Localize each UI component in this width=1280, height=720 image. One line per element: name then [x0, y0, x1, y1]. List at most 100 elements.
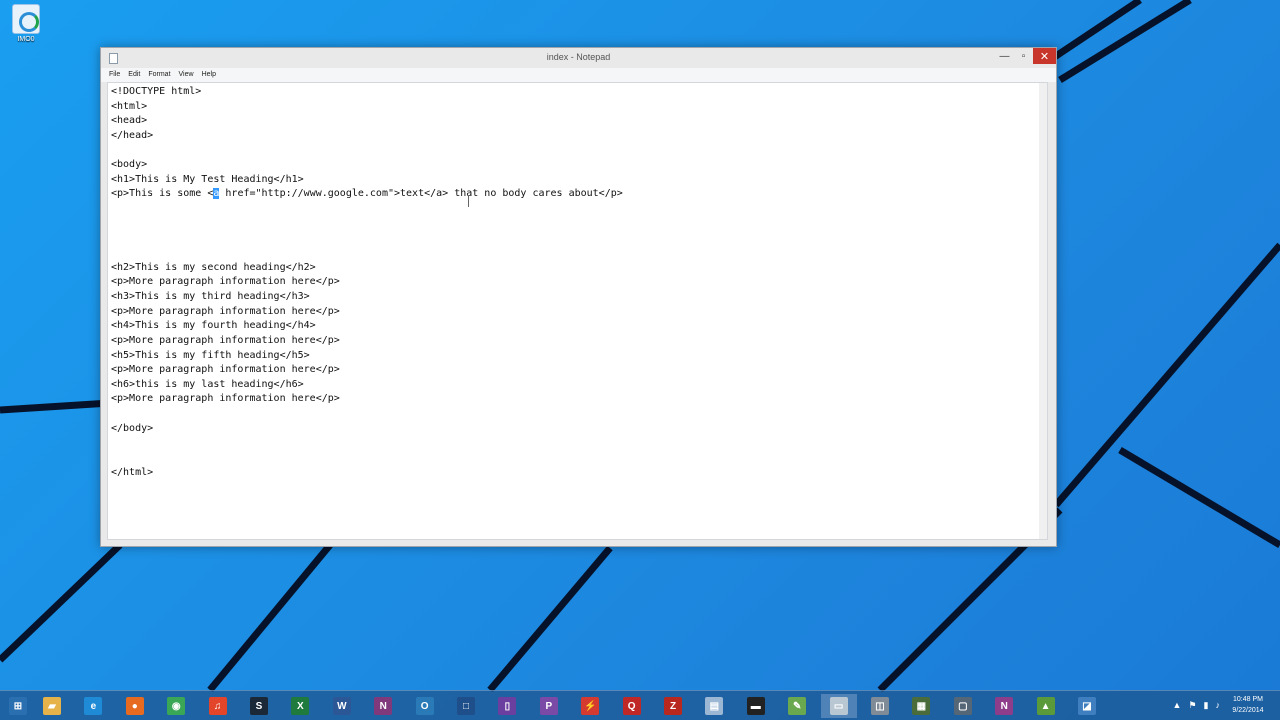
file-explorer-icon: ▰ — [43, 697, 61, 715]
taskbar-terminal[interactable]: ▬ — [738, 694, 774, 718]
chrome-icon: ◉ — [167, 697, 186, 715]
editor-line: <p>More paragraph information here</p> — [111, 305, 340, 317]
maximize-button[interactable]: ▫ — [1014, 48, 1033, 64]
taskbar-app-gray[interactable]: ◫ — [862, 694, 898, 718]
taskbar-file-explorer[interactable]: ▰ — [34, 694, 70, 718]
internet-explorer-icon: e — [84, 697, 103, 715]
notepad-window: index - Notepad — ▫ ✕ File Edit Format V… — [100, 47, 1057, 547]
taskbar-app-red[interactable]: ⚡ — [572, 694, 608, 718]
remote-desktop-icon: ◪ — [1078, 697, 1096, 715]
editor-line: <head> — [111, 115, 148, 127]
editor-line: <p>More paragraph information here</p> — [111, 364, 340, 376]
taskbar-start-button[interactable]: ⊞ — [0, 694, 36, 718]
desktop-shortcut[interactable]: IMO0 — [8, 4, 44, 43]
filezilla-icon: Z — [664, 697, 682, 715]
minimize-button[interactable]: — — [995, 48, 1014, 64]
volume-icon[interactable]: ♪ — [1216, 700, 1221, 711]
editor-line: <body> — [111, 159, 148, 171]
taskbar-internet-explorer[interactable]: e — [75, 694, 111, 718]
steam-icon: S — [250, 697, 268, 715]
onenote-icon: N — [374, 697, 393, 715]
window-controls: — ▫ ✕ — [995, 48, 1056, 66]
taskbar-notepad[interactable]: ▭ — [820, 694, 857, 718]
terminal-icon: ▬ — [746, 697, 765, 715]
taskbar-firefox[interactable]: ● — [117, 694, 153, 718]
app-purple-icon: ▯ — [498, 697, 517, 715]
app-q-icon: Q — [622, 697, 641, 715]
mouse-cursor — [468, 195, 469, 207]
taskbar-remote-desktop[interactable]: ◪ — [1069, 694, 1105, 718]
menu-view[interactable]: View — [179, 68, 200, 82]
taskbar-word[interactable]: W — [324, 694, 360, 718]
system-tray: ▲ ⚑ ▮ ♪ — [1173, 700, 1220, 711]
firefox-icon: ● — [125, 697, 144, 715]
taskbar-outlook[interactable]: O — [407, 694, 443, 718]
taskbar-notepad-plus[interactable]: ✎ — [779, 694, 815, 718]
word-icon: W — [332, 697, 351, 715]
editor-text[interactable]: <!DOCTYPE html> <html> <head> </head> <body>… — [111, 85, 623, 480]
clock-date: 9/22/2014 — [1232, 707, 1264, 714]
shortcut-icon — [12, 4, 40, 34]
editor-line: <html> — [111, 100, 148, 112]
menu-file[interactable]: File — [109, 68, 126, 82]
menu-format[interactable]: Format — [148, 68, 176, 82]
text-editor[interactable]: <!DOCTYPE html> <html> <head> </head> <body>… — [107, 82, 1048, 540]
taskbar-calendar[interactable]: ▦ — [903, 694, 939, 718]
taskbar-document[interactable]: ▤ — [696, 694, 732, 718]
clock-time: 10:48 PM — [1233, 696, 1263, 703]
battery-icon[interactable]: ▮ — [1204, 700, 1209, 711]
title-bar[interactable]: index - Notepad — ▫ ✕ — [101, 48, 1056, 68]
editor-line: <h6>this is my last heading</h6> — [111, 378, 304, 390]
start-button-icon: ⊞ — [9, 697, 27, 715]
outlook-icon: O — [415, 697, 434, 715]
window-title: index - Notepad — [546, 52, 611, 62]
app-red-icon: ⚡ — [581, 697, 600, 715]
editor-line: <h1>This is My Test Heading</h1> — [111, 173, 304, 185]
vertical-scrollbar[interactable] — [1039, 83, 1047, 539]
taskbar-media-app[interactable]: ♫ — [200, 694, 236, 718]
onenote-2-icon: N — [995, 697, 1014, 715]
taskbar-onenote-2[interactable]: N — [986, 694, 1022, 718]
taskbar-filezilla[interactable]: Z — [655, 694, 691, 718]
taskbar-chrome[interactable]: ◉ — [158, 694, 194, 718]
taskbar: ▲ ⚑ ▮ ♪ 10:48 PM 9/22/2014 ⊞ ▰ e ● ◉ ♫ S X W N O □ ▯ P ⚡ Q… — [0, 690, 1280, 720]
taskbar-app-q[interactable]: Q — [614, 694, 650, 718]
taskbar-onenote[interactable]: N — [365, 694, 401, 718]
taskbar-app-purple[interactable]: ▯ — [489, 694, 525, 718]
app-gray-icon: ◫ — [871, 697, 889, 715]
clock[interactable]: 10:48 PM 9/22/2014 — [1224, 694, 1272, 716]
taskbar-publisher[interactable]: P — [531, 694, 567, 718]
close-button[interactable]: ✕ — [1033, 48, 1056, 64]
taskbar-steam[interactable]: S — [241, 694, 277, 718]
notepad-icon: ▭ — [829, 697, 848, 715]
flag-icon[interactable]: ⚑ — [1188, 700, 1196, 711]
taskbar-app-window[interactable]: ▢ — [945, 694, 981, 718]
excel-icon: X — [291, 697, 310, 715]
editor-line: <p>More paragraph information here</p> — [111, 276, 340, 288]
menu-help[interactable]: Help — [202, 68, 222, 82]
editor-line: <p>More paragraph information here</p> — [111, 393, 340, 405]
editor-line: </body> — [111, 422, 154, 434]
shortcut-label: IMO0 — [17, 36, 35, 43]
taskbar-excel[interactable]: X — [282, 694, 318, 718]
menu-edit[interactable]: Edit — [128, 68, 146, 82]
document-icon: ▤ — [705, 697, 724, 715]
taskbar-app-blue[interactable]: □ — [448, 694, 484, 718]
editor-line: <h3>This is my third heading</h3> — [111, 290, 310, 302]
editor-line: <h2>This is my second heading</h2> — [111, 261, 316, 273]
show-hidden-icon[interactable]: ▲ — [1173, 700, 1182, 711]
calendar-icon: ▦ — [912, 697, 931, 715]
editor-line: <h5>This is my fifth heading</h5> — [111, 349, 310, 361]
editor-line: </head> — [111, 129, 154, 141]
editor-line: </html> — [111, 466, 154, 478]
app-window-icon: ▢ — [953, 697, 972, 715]
media-app-icon: ♫ — [208, 697, 227, 715]
taskbar-image-viewer[interactable]: ▲ — [1028, 694, 1064, 718]
